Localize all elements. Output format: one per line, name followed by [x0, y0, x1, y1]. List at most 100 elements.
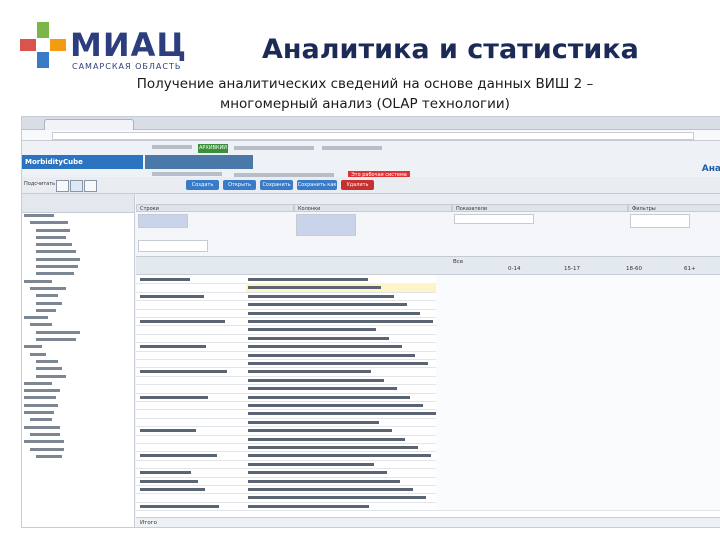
tree-item[interactable]: [22, 213, 134, 220]
tree-item[interactable]: [22, 242, 134, 249]
row-group-text: [140, 471, 191, 475]
rows-dimension-chip[interactable]: [138, 214, 188, 228]
app-brand[interactable]: MorbidityCube: [22, 155, 143, 169]
save-as-button[interactable]: Сохранить как: [297, 180, 337, 190]
url-field[interactable]: [52, 132, 694, 140]
header-text: [322, 146, 382, 150]
tree-item[interactable]: [22, 257, 134, 264]
measures-dropzone[interactable]: [454, 214, 534, 224]
row-label-text: [248, 420, 379, 424]
tree-item[interactable]: [22, 395, 134, 402]
row-label-cell: [246, 275, 436, 283]
tree-item[interactable]: [22, 425, 134, 432]
value-cells: [436, 375, 720, 385]
tree-item[interactable]: [22, 220, 134, 227]
open-button[interactable]: Открыть: [223, 180, 256, 190]
tree-item-text: [24, 345, 42, 349]
tree-item[interactable]: [22, 271, 134, 278]
tree-item[interactable]: [22, 403, 134, 410]
tree-item-text: [24, 403, 58, 407]
row-label-cell: [246, 460, 436, 468]
tree-item-text: [36, 301, 62, 305]
tree-item[interactable]: [22, 301, 134, 308]
create-button[interactable]: Создать: [186, 180, 219, 190]
row-label-cell: [246, 309, 436, 317]
value-cells: [436, 468, 720, 477]
app-menu-bar[interactable]: [145, 155, 253, 169]
col-header-total: Все: [453, 259, 464, 265]
value-cells: [436, 401, 720, 410]
delete-button[interactable]: Удалить: [341, 180, 374, 190]
tree-item[interactable]: [22, 337, 134, 344]
row-label-text: [248, 311, 420, 315]
tree-item[interactable]: [22, 447, 134, 454]
browser-tab[interactable]: [44, 119, 134, 130]
search-field[interactable]: [138, 240, 208, 252]
row-label-text: [248, 412, 436, 416]
tree-item[interactable]: [22, 308, 134, 315]
tree-item-text: [30, 352, 46, 356]
column-headers: Все 0-14 15-17 18-60 61+: [436, 257, 720, 275]
value-cells: [436, 333, 720, 343]
value-cells: [436, 359, 720, 368]
tree-item-text: [24, 381, 52, 385]
value-cells: [436, 426, 720, 435]
tree-item-text: [24, 214, 54, 217]
row-label-text: [248, 286, 381, 290]
tree-item[interactable]: [22, 264, 134, 271]
tree-item[interactable]: [22, 359, 134, 366]
tree-item[interactable]: [22, 322, 134, 329]
table-view-icon[interactable]: [70, 180, 83, 192]
tree-item[interactable]: [22, 410, 134, 417]
chart-view-icon[interactable]: [84, 180, 97, 192]
tree-item[interactable]: [22, 344, 134, 351]
tree-item[interactable]: [22, 352, 134, 359]
tree-item[interactable]: [22, 366, 134, 373]
row-group-cell: [138, 477, 242, 485]
tree-item[interactable]: [22, 417, 134, 424]
header-text: [152, 145, 192, 149]
tree-item-text: [24, 279, 52, 283]
tree-item[interactable]: [22, 330, 134, 337]
tree-item[interactable]: [22, 235, 134, 242]
save-button[interactable]: Сохранить: [260, 180, 293, 190]
tree-item[interactable]: [22, 439, 134, 446]
table-row[interactable]: [136, 501, 720, 512]
tree-item[interactable]: [22, 279, 134, 286]
tree-item[interactable]: [22, 228, 134, 235]
filters-dropzone[interactable]: [630, 214, 690, 228]
value-cells: [436, 443, 720, 452]
tree-item-text: [36, 330, 80, 334]
value-cells: [436, 342, 720, 351]
row-group-cell: [138, 443, 242, 451]
tree-item[interactable]: [22, 432, 134, 439]
row-label-cell: [246, 334, 436, 342]
tree-item[interactable]: [22, 454, 134, 461]
row-label-cell: [246, 468, 436, 476]
columns-dimension-chip[interactable]: [296, 214, 356, 236]
value-cells: [436, 275, 720, 284]
row-group-text: [140, 345, 206, 349]
row-label-text: [248, 504, 369, 508]
row-label-text: [248, 362, 428, 365]
row-label-text: [248, 479, 400, 483]
row-group-text: [140, 278, 190, 281]
col-header-18-60: 18-60: [626, 266, 642, 272]
tree-item[interactable]: [22, 249, 134, 256]
tree-item[interactable]: [22, 286, 134, 293]
col-header-61plus: 61+: [684, 266, 696, 272]
tree-item[interactable]: [22, 381, 134, 388]
row-group-cell: [138, 451, 242, 459]
row-label-text: [248, 345, 402, 349]
row-group-cell: [138, 359, 242, 367]
tree-item[interactable]: [22, 374, 134, 381]
address-bar[interactable]: [22, 130, 720, 141]
measures-panel-header: Показатели: [452, 204, 628, 212]
row-group-cell: [138, 334, 242, 342]
tree-item-text: [36, 235, 66, 239]
tree-item[interactable]: [22, 388, 134, 395]
tree-item[interactable]: [22, 293, 134, 300]
row-label-cell: [246, 401, 436, 409]
tree-item[interactable]: [22, 315, 134, 322]
grid-view-icon[interactable]: [56, 180, 69, 192]
